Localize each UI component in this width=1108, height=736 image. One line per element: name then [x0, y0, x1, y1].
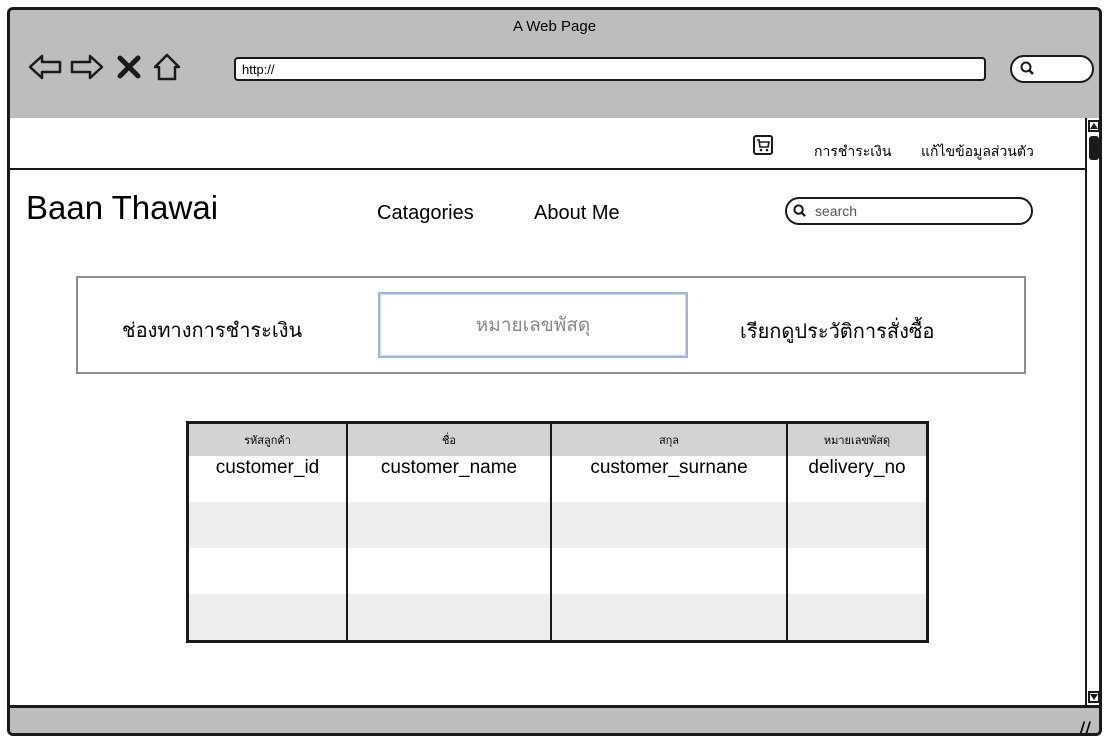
forward-button[interactable] [70, 50, 104, 84]
column-header: สกุล [551, 422, 788, 456]
table-cell [187, 502, 348, 548]
browser-search-button[interactable] [1010, 55, 1094, 83]
triangle-up-icon [1090, 123, 1098, 129]
table-cell [347, 594, 552, 642]
site-search-input[interactable]: search [785, 197, 1033, 225]
triangle-down-icon [1090, 694, 1098, 700]
table-row[interactable] [187, 548, 928, 594]
table-cell [187, 594, 348, 642]
scroll-up-button[interactable] [1088, 120, 1099, 132]
page-viewport: การชำระเงิน แก้ไขข้อมูลส่วนตัว Baan Thaw… [10, 118, 1085, 705]
table-cell [787, 548, 928, 594]
cart-button[interactable] [753, 135, 773, 155]
table-cell [551, 502, 788, 548]
table-cell [787, 502, 928, 548]
search-icon [793, 204, 806, 217]
order-panel: ช่องทางการชำระเงิน หมายเลขพัสดุ เรียกดูป… [76, 276, 1026, 374]
home-button[interactable] [150, 50, 184, 84]
table-row[interactable] [187, 594, 928, 642]
tracking-number-input[interactable]: หมายเลขพัสดุ [378, 292, 688, 358]
stop-button[interactable] [112, 50, 146, 84]
close-icon [117, 55, 141, 79]
site-logo[interactable]: Baan Thawai [26, 189, 218, 227]
column-header: หมายเลขพัสดุ [787, 422, 928, 456]
table-header-row: รหัสลูกค้า ชื่อ สกุล หมายเลขพัสดุ [187, 422, 928, 456]
browser-window: A Web Page http:// การชำระเงิน แก้ไขข้อม… [7, 7, 1102, 736]
table-cell [347, 502, 552, 548]
arrow-right-icon [70, 54, 104, 80]
browser-titlebar: A Web Page http:// [10, 10, 1099, 121]
table-cell [551, 548, 788, 594]
column-header: ชื่อ [347, 422, 552, 456]
arrow-left-icon [28, 54, 62, 80]
status-bar: // [10, 705, 1099, 733]
order-history-link[interactable]: เรียกดูประวัติการสั่งซื้อ [740, 315, 934, 347]
customer-table: รหัสลูกค้า ชื่อ สกุล หมายเลขพัสดุ custom… [186, 421, 929, 643]
table-cell [187, 548, 348, 594]
search-icon [1020, 61, 1034, 75]
nav-about-me[interactable]: About Me [534, 202, 620, 225]
window-title: A Web Page [512, 18, 597, 35]
back-button[interactable] [28, 50, 62, 84]
utility-bar: การชำระเงิน แก้ไขข้อมูลส่วนตัว [10, 118, 1085, 170]
table-cell: customer_id [187, 456, 348, 502]
home-icon [153, 53, 181, 81]
url-input[interactable]: http:// [234, 57, 986, 81]
column-header: รหัสลูกค้า [187, 422, 348, 456]
vertical-scrollbar[interactable] [1085, 118, 1099, 705]
edit-profile-link[interactable]: แก้ไขข้อมูลส่วนตัว [921, 141, 1034, 163]
table-cell [347, 548, 552, 594]
table-cell: customer_name [347, 456, 552, 502]
table-cell [787, 594, 928, 642]
table-row[interactable] [187, 502, 928, 548]
scroll-down-button[interactable] [1088, 691, 1099, 703]
scroll-thumb[interactable] [1089, 136, 1099, 160]
table-cell: customer_surnane [551, 456, 788, 502]
payment-link[interactable]: การชำระเงิน [814, 141, 891, 163]
table-cell [551, 594, 788, 642]
nav-categories[interactable]: Catagories [377, 202, 474, 225]
resize-grip-icon[interactable]: // [1079, 718, 1091, 733]
cart-icon [757, 138, 770, 151]
table-row[interactable]: customer_id customer_name customer_surna… [187, 456, 928, 502]
table-cell: delivery_no [808, 457, 906, 478]
payment-channel-link[interactable]: ช่องทางการชำระเงิน [122, 314, 302, 346]
